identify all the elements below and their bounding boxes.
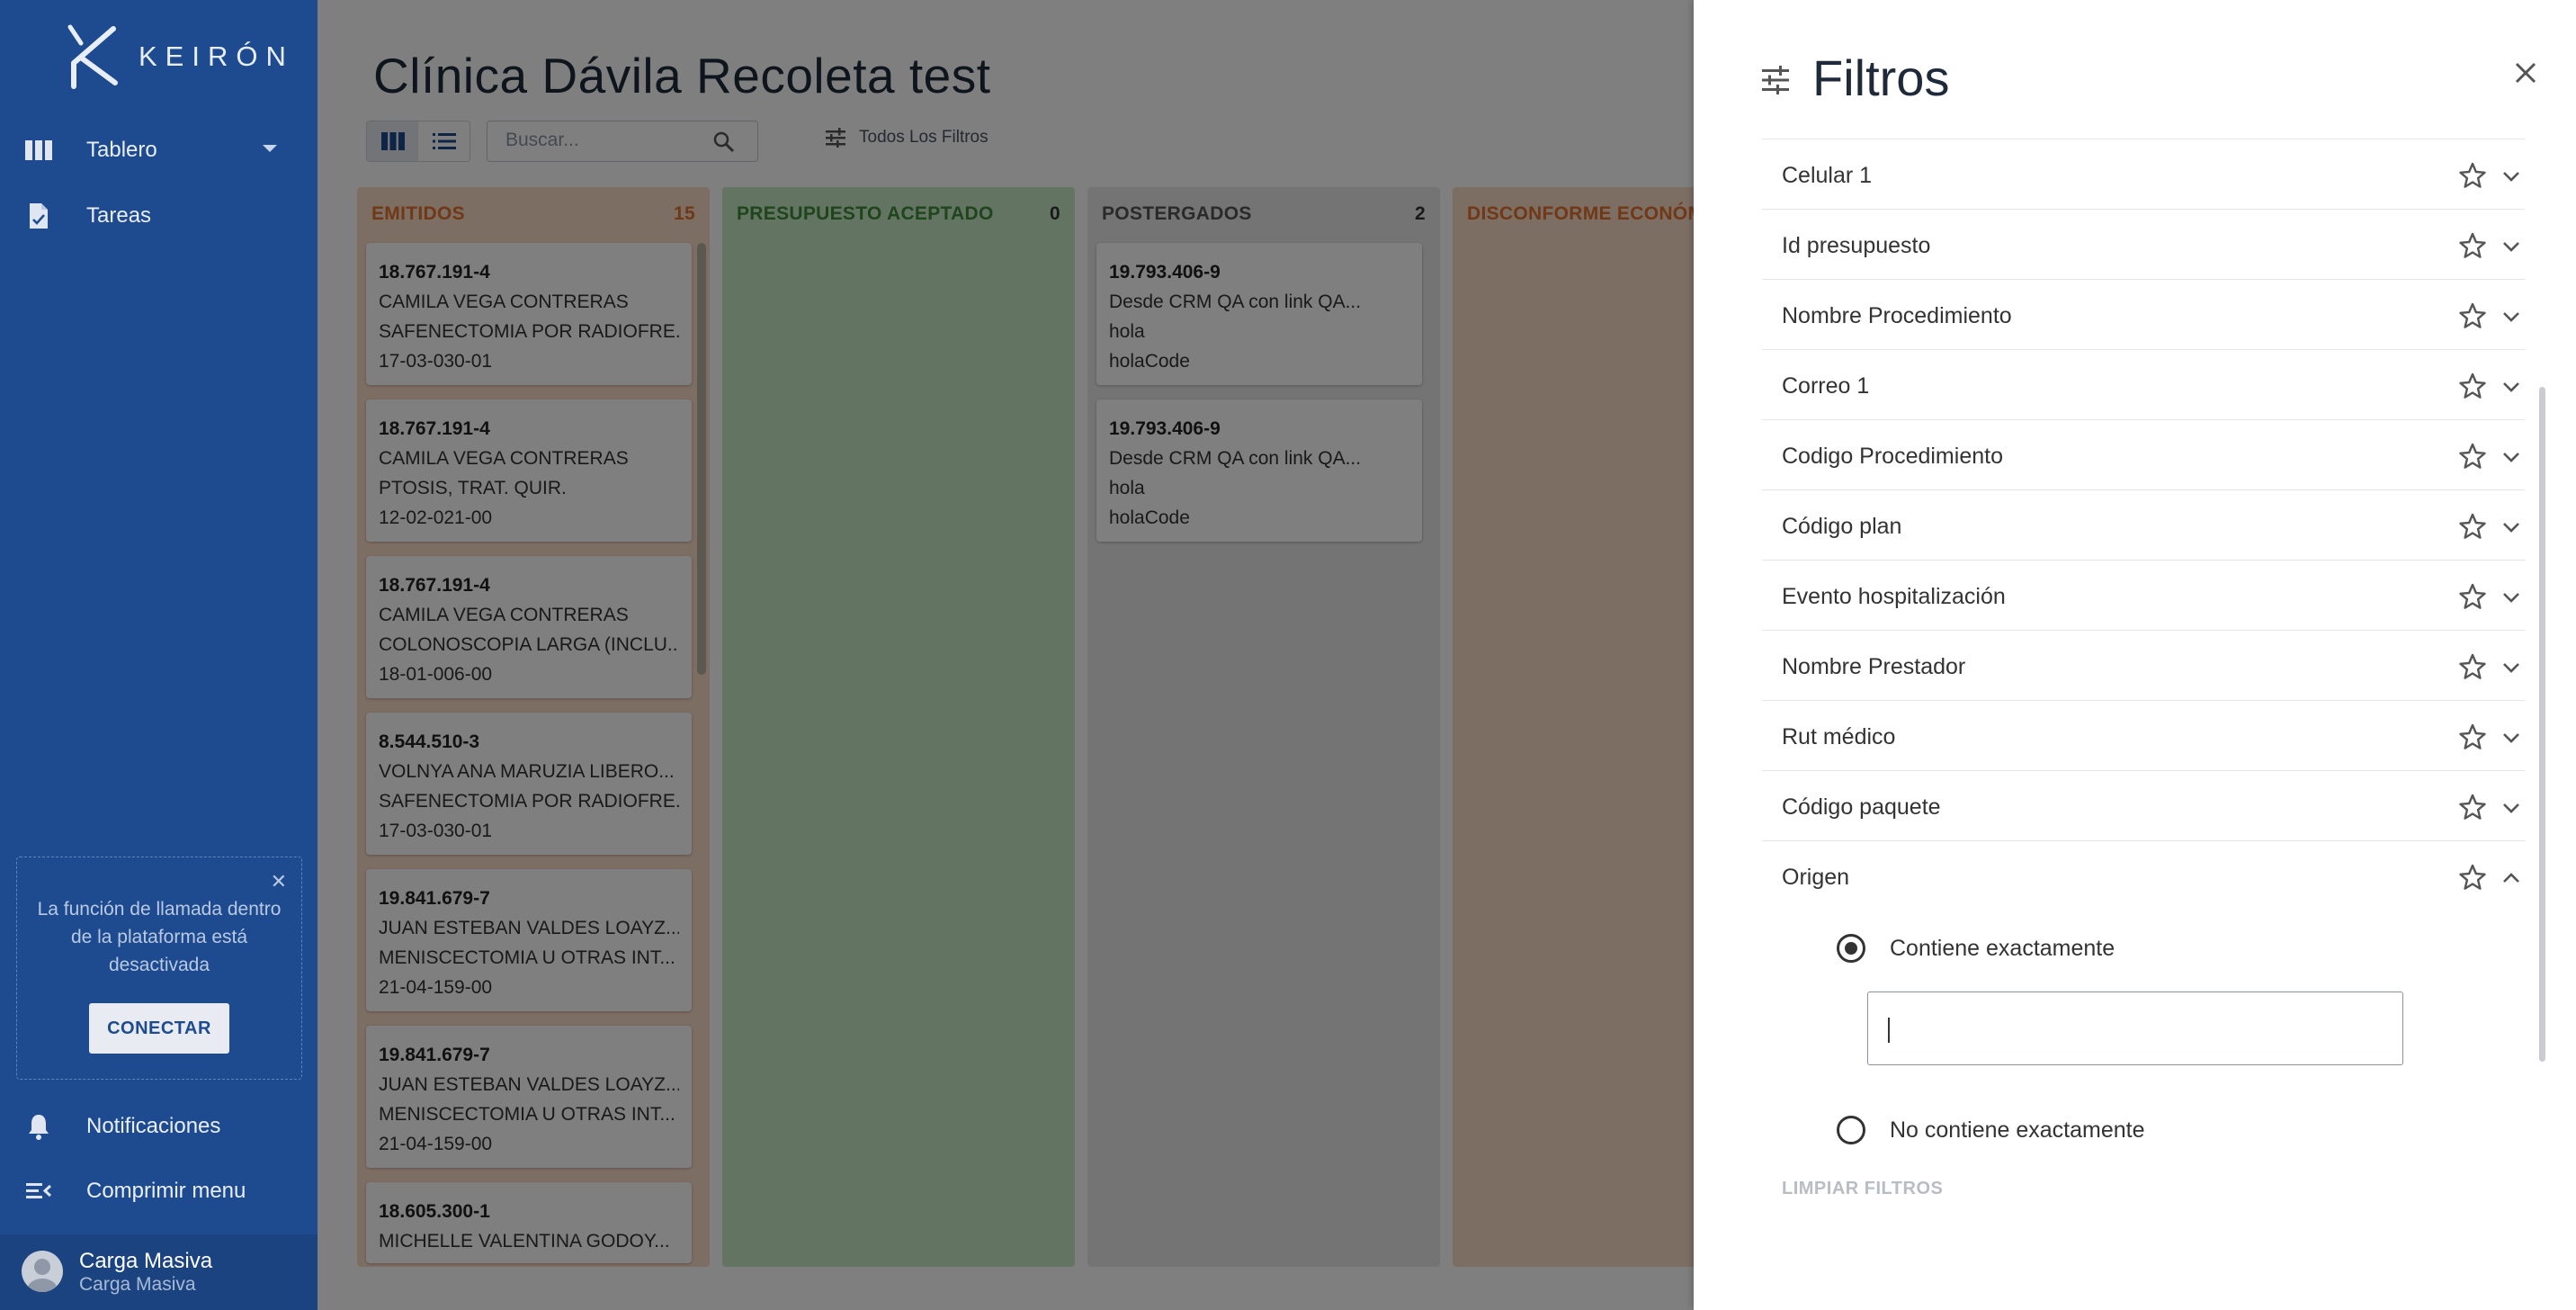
filter-row-codigo-paquete[interactable]: Código paquete [1762, 770, 2525, 840]
columns-icon [25, 140, 52, 160]
filter-label: Id presupuesto [1782, 233, 1931, 258]
sidebar-item-label: Tablero [86, 138, 157, 162]
connect-button[interactable]: CONECTAR [89, 1003, 229, 1054]
radio-label: No contiene exactamente [1890, 1117, 2145, 1143]
chevron-down-icon[interactable] [2500, 586, 2523, 609]
filter-label: Codigo Procedimiento [1782, 444, 2003, 469]
keiron-logo-mark-icon [67, 24, 118, 89]
user-avatar-icon [27, 1259, 58, 1292]
text-cursor [1888, 1018, 1890, 1043]
user-role: Carga Masiva [79, 1274, 196, 1295]
clear-filters-button[interactable]: LIMPIAR FILTROS [1782, 1179, 1943, 1199]
user-profile[interactable]: Carga Masiva Carga Masiva [0, 1234, 318, 1310]
filter-row-correo-1[interactable]: Correo 1 [1762, 349, 2525, 419]
sidebar-item-comprimir-menu[interactable]: Comprimir menu [0, 1164, 318, 1218]
chevron-down-icon[interactable] [2500, 796, 2523, 820]
sidebar: KEIRÓN Tablero Tareas ✕ La función de ll… [0, 0, 318, 1310]
bell-icon [29, 1115, 49, 1140]
star-icon[interactable] [2458, 512, 2487, 541]
sidebar-item-tablero[interactable]: Tablero [0, 123, 318, 177]
sidebar-item-tareas[interactable]: Tareas [0, 189, 318, 243]
sidebar-item-notificaciones[interactable]: Notificaciones [0, 1099, 318, 1153]
filter-label: Nombre Procedimiento [1782, 303, 2012, 328]
filter-row-nombre-prestador[interactable]: Nombre Prestador [1762, 630, 2525, 700]
chevron-down-icon[interactable] [2500, 726, 2523, 749]
filter-row-rut-medico[interactable]: Rut médico [1762, 700, 2525, 770]
filter-row-evento-hospitalizacion[interactable]: Evento hospitalización [1762, 560, 2525, 630]
logo-text: KEIRÓN [139, 40, 294, 72]
star-icon[interactable] [2458, 231, 2487, 260]
document-icon [30, 203, 48, 229]
user-name: Carga Masiva [79, 1249, 213, 1273]
star-icon[interactable] [2458, 722, 2487, 751]
star-icon[interactable] [2458, 161, 2487, 190]
filters-panel: Filtros Celular 1 Id presupuesto Nombre Pr… [1694, 0, 2576, 1310]
filter-row-id-presupuesto[interactable]: Id presupuesto [1762, 209, 2525, 279]
star-icon[interactable] [2458, 793, 2487, 821]
chevron-up-icon[interactable] [2500, 866, 2523, 890]
chevron-down-icon [263, 145, 277, 152]
radio-no-contiene-exactamente[interactable] [1837, 1116, 1865, 1144]
sidebar-item-label: Comprimir menu [86, 1179, 246, 1203]
chevron-down-icon[interactable] [2500, 165, 2523, 188]
chevron-down-icon[interactable] [2500, 375, 2523, 399]
filter-label: Evento hospitalización [1782, 584, 2006, 609]
call-notice-message: La función de llamada dentro de la plata… [37, 899, 282, 975]
star-icon[interactable] [2458, 442, 2487, 471]
sidebar-item-label: Notificaciones [86, 1114, 221, 1138]
tune-icon [1762, 66, 1789, 94]
star-icon[interactable] [2458, 372, 2487, 400]
radio-contiene-exactamente[interactable] [1837, 934, 1865, 963]
chevron-down-icon[interactable] [2500, 516, 2523, 539]
chevron-down-icon[interactable] [2500, 445, 2523, 469]
modal-backdrop[interactable] [318, 0, 1694, 1310]
filter-label: Nombre Prestador [1782, 654, 1966, 679]
sidebar-item-label: Tareas [86, 203, 152, 228]
chevron-down-icon[interactable] [2500, 235, 2523, 258]
filter-label: Correo 1 [1782, 373, 1870, 399]
filter-label: Origen [1782, 865, 1850, 890]
star-icon[interactable] [2458, 652, 2487, 681]
panel-title: Filtros [1812, 49, 1950, 106]
filter-row-codigo-procedimiento[interactable]: Codigo Procedimiento [1762, 419, 2525, 489]
keiron-logo[interactable]: KEIRÓN [61, 23, 294, 90]
chevron-down-icon[interactable] [2500, 656, 2523, 679]
filter-label: Rut médico [1782, 724, 1896, 749]
chevron-down-icon[interactable] [2500, 305, 2523, 328]
radio-label: Contiene exactamente [1890, 936, 2115, 961]
close-icon[interactable]: ✕ [271, 870, 287, 893]
filter-label: Celular 1 [1782, 163, 1873, 188]
filter-row-codigo-plan[interactable]: Código plan [1762, 489, 2525, 560]
star-icon[interactable] [2458, 301, 2487, 330]
filter-row-celular-1[interactable]: Celular 1 [1762, 139, 2525, 209]
panel-scrollbar[interactable] [2539, 387, 2545, 1062]
filter-label: Código paquete [1782, 794, 1941, 820]
star-icon[interactable] [2458, 582, 2487, 611]
filter-row-origen[interactable]: Origen [1762, 840, 2525, 911]
origen-filter-input[interactable] [1867, 991, 2403, 1065]
close-icon[interactable] [2512, 59, 2539, 86]
call-disabled-notice: ✕ La función de llamada dentro de la pla… [16, 857, 302, 1080]
collapse-menu-icon [26, 1183, 52, 1198]
filter-label: Código plan [1782, 514, 1902, 539]
avatar [22, 1251, 63, 1292]
filter-row-nombre-procedimiento[interactable]: Nombre Procedimiento [1762, 279, 2525, 349]
star-icon[interactable] [2458, 863, 2487, 892]
